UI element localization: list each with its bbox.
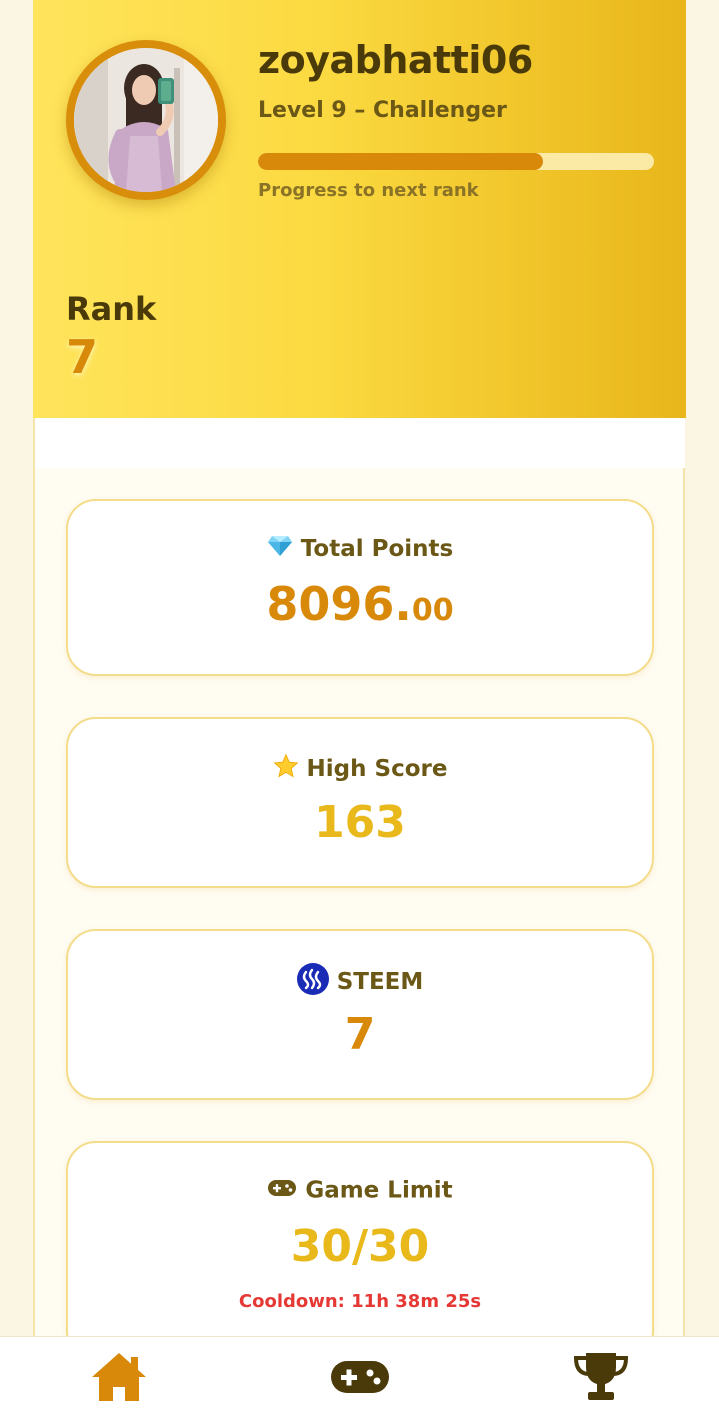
nav-home-button[interactable]	[89, 1349, 149, 1405]
high-score-header: High Score	[68, 753, 652, 785]
header-divider	[35, 418, 685, 468]
game-limit-label: Game Limit	[305, 1177, 453, 1204]
steem-value: 7	[344, 1009, 376, 1060]
steem-header: STEEM	[68, 963, 652, 1001]
total-points-header: Total Points	[68, 535, 652, 563]
steem-icon	[296, 963, 329, 1001]
progress-label: Progress to next rank	[258, 180, 479, 201]
high-score-label: High Score	[306, 756, 448, 782]
avatar[interactable]	[66, 40, 226, 200]
gamepad-icon	[331, 1361, 389, 1393]
high-score-value: 163	[314, 797, 406, 848]
profile-page: zoyabhatti06 Level 9 – Challenger Progre…	[0, 0, 719, 1411]
username: zoyabhatti06	[258, 38, 533, 82]
trophy-icon	[573, 1353, 629, 1400]
rank-label: Rank	[66, 290, 157, 328]
game-limit-header: Game Limit	[68, 1177, 652, 1204]
game-limit-value: 30/30	[290, 1221, 430, 1272]
rank-value: 7	[66, 330, 99, 384]
nav-games-button[interactable]	[330, 1349, 390, 1405]
total-points-card: Total Points 8096.00	[66, 499, 654, 676]
total-points-decimal: 00	[411, 593, 454, 628]
rank-progress-bar	[258, 153, 654, 170]
cooldown-timer: Cooldown: 11h 38m 25s	[238, 1291, 482, 1312]
rank-progress-fill	[258, 153, 544, 170]
steem-card: STEEM 7	[66, 929, 654, 1100]
star-icon	[273, 753, 299, 785]
total-points-integer: 8096.	[266, 577, 412, 631]
gem-icon	[267, 535, 293, 563]
gamepad-icon	[267, 1178, 297, 1204]
total-points-value: 8096.00	[68, 577, 652, 631]
total-points-label: Total Points	[300, 536, 454, 562]
avatar-photo	[74, 48, 218, 192]
nav-leaderboard-button[interactable]	[571, 1349, 631, 1405]
home-icon	[92, 1353, 146, 1401]
steem-label: STEEM	[336, 969, 424, 995]
high-score-card: High Score 163	[66, 717, 654, 888]
bottom-nav	[0, 1336, 719, 1411]
level-text: Level 9 – Challenger	[258, 98, 507, 123]
game-limit-card: Game Limit 30/30 Cooldown: 11h 38m 25s	[66, 1141, 654, 1361]
